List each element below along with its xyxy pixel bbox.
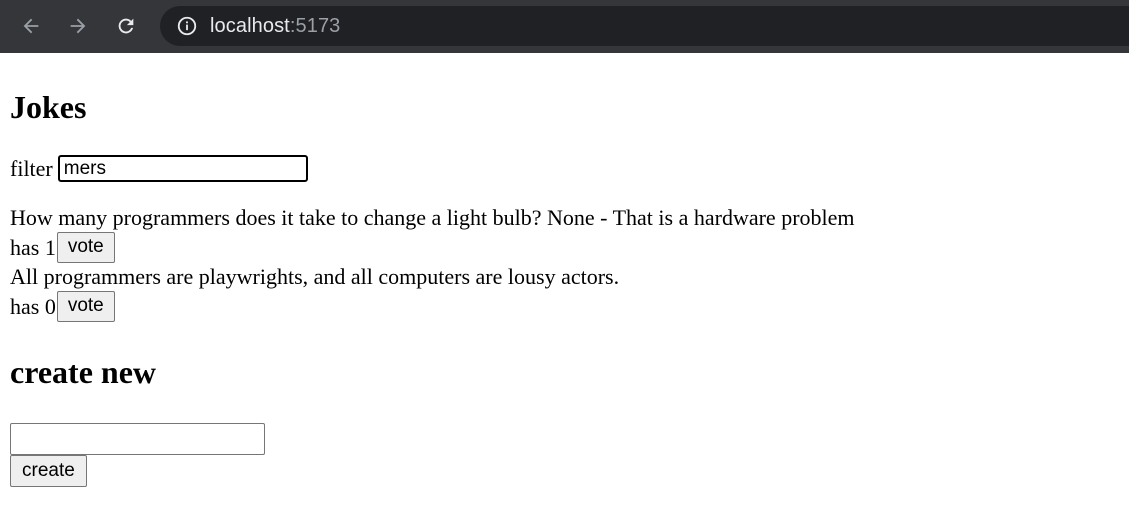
info-icon[interactable]: [176, 15, 198, 37]
joke-text: All programmers are playwrights, and all…: [10, 264, 620, 289]
joke-text: How many programmers does it take to cha…: [10, 205, 855, 230]
vote-row: has 1 vote: [10, 231, 855, 263]
browser-toolbar: localhost:5173: [0, 0, 1129, 53]
filter-row: filter: [10, 155, 308, 182]
vote-row: has 0 vote: [10, 290, 855, 322]
vote-count: has 0: [10, 293, 56, 319]
back-button[interactable]: [14, 9, 48, 43]
reload-button[interactable]: [109, 9, 143, 43]
forward-button[interactable]: [61, 9, 95, 43]
vote-count: has 1: [10, 234, 56, 260]
new-joke-input[interactable]: [10, 423, 265, 455]
joke-list: How many programmers does it take to cha…: [10, 203, 855, 322]
address-bar[interactable]: localhost:5173: [160, 6, 1129, 46]
arrow-left-icon: [23, 18, 39, 34]
vote-button[interactable]: vote: [56, 231, 115, 263]
vote-button[interactable]: vote: [56, 290, 115, 322]
page-title: Jokes: [10, 89, 87, 125]
filter-label: filter: [10, 155, 53, 181]
url-host: localhost: [210, 14, 290, 37]
arrow-right-icon: [70, 18, 86, 34]
reload-icon: [118, 18, 134, 34]
create-heading: create new: [10, 354, 156, 390]
joke-item: How many programmers does it take to cha…: [10, 203, 855, 263]
filter-input[interactable]: [57, 155, 308, 182]
page-content: Jokes filter How many programmers does i…: [0, 53, 1129, 506]
joke-item: All programmers are playwrights, and all…: [10, 262, 855, 322]
create-button[interactable]: create: [10, 455, 87, 487]
url-port: :5173: [289, 14, 341, 37]
url-text: localhost:5173: [210, 15, 340, 38]
